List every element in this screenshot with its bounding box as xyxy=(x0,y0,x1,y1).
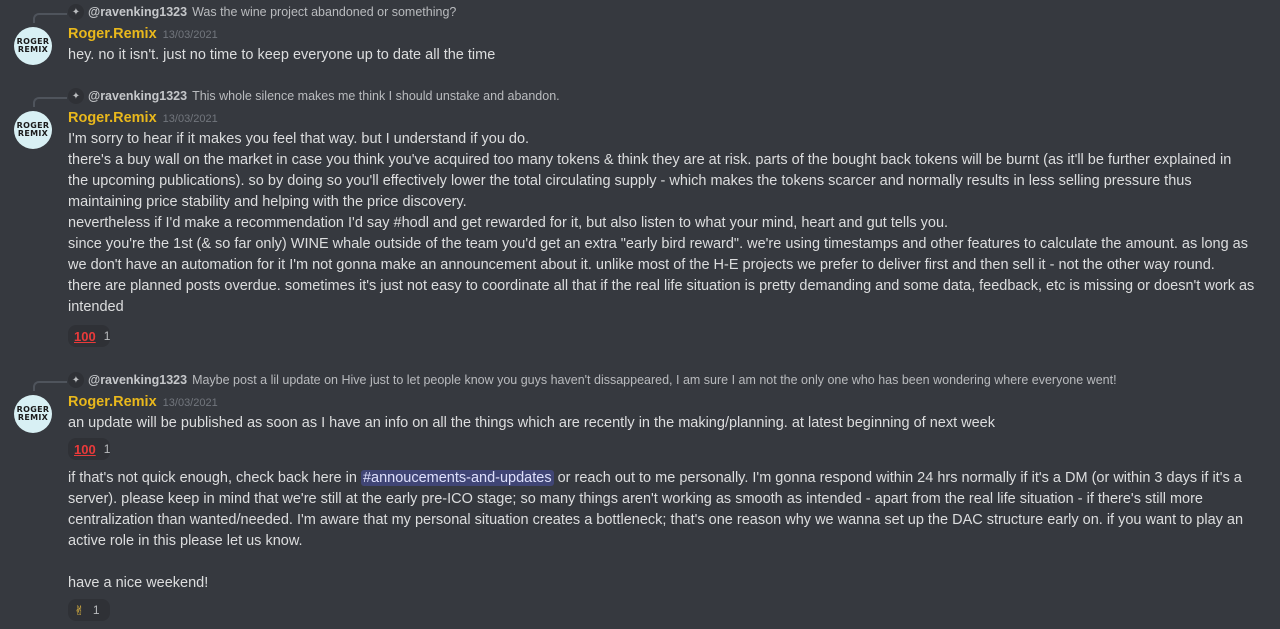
author-name[interactable]: Roger.Remix xyxy=(68,394,157,410)
message-line: I'm sorry to hear if it makes you feel t… xyxy=(68,131,530,147)
timestamp[interactable]: 13/03/2021 xyxy=(163,397,218,409)
message-line: since you're the 1st (& so far only) WIN… xyxy=(68,236,1249,252)
reply-username[interactable]: @ravenking1323 xyxy=(88,86,187,107)
reaction-100[interactable]: 100 1 xyxy=(68,325,110,347)
reply-username[interactable]: @ravenking1323 xyxy=(88,370,187,391)
avatar-text-bottom: REMIX xyxy=(17,413,49,422)
reply-avatar-icon: ✦ xyxy=(68,88,84,104)
reaction-count: 1 xyxy=(103,328,111,343)
message-line: hey. no it isn't. just no time to keep e… xyxy=(68,47,496,63)
reply-avatar-icon: ✦ xyxy=(68,4,84,20)
author-name[interactable]: Roger.Remix xyxy=(68,110,157,126)
message-line: an update will be published as soon as I… xyxy=(68,415,995,431)
message-header: Roger.Remix 13/03/2021 xyxy=(68,392,218,413)
message-line: nevertheless if I'd make a recommendatio… xyxy=(68,215,949,231)
reply-spine xyxy=(33,13,67,23)
message-line: there are planned posts overdue. sometim… xyxy=(68,278,1255,294)
100-icon: 100 xyxy=(74,441,96,457)
avatar-text-bottom: REMIX xyxy=(17,129,49,138)
reply-text[interactable]: Maybe post a lil update on Hive just to … xyxy=(192,370,1116,391)
channel-mention-link[interactable]: #annoucements-and-updates xyxy=(360,470,554,486)
message-line: server). please keep in mind that we're … xyxy=(68,491,1203,507)
reply-spine xyxy=(33,381,67,391)
followup-content: if that's not quick enough, check back h… xyxy=(68,468,1268,594)
text-before-mention: if that's not quick enough, check back h… xyxy=(68,470,361,486)
reply-text[interactable]: This whole silence makes me think I shou… xyxy=(192,86,560,107)
reaction-count: 1 xyxy=(103,441,111,456)
message-line: the upcoming publications). so by doing … xyxy=(68,173,1192,189)
avatar[interactable]: ROGER REMIX xyxy=(14,27,52,65)
timestamp[interactable]: 13/03/2021 xyxy=(163,113,218,125)
message-content: an update will be published as soon as I… xyxy=(68,413,1268,434)
reply-username[interactable]: @ravenking1323 xyxy=(88,2,187,23)
message-line: intended xyxy=(68,299,124,315)
message-content: I'm sorry to hear if it makes you feel t… xyxy=(68,129,1268,318)
reaction-count: 1 xyxy=(92,602,100,617)
text-after-mention: or reach out to me personally. I'm gonna… xyxy=(553,470,1242,486)
message-line: centralization than wanted/needed. I'm a… xyxy=(68,512,1244,528)
author-name[interactable]: Roger.Remix xyxy=(68,26,157,42)
reply-text[interactable]: Was the wine project abandoned or someth… xyxy=(192,2,456,23)
avatar[interactable]: ROGER REMIX xyxy=(14,111,52,149)
message-line: active role in this please let us know. xyxy=(68,533,303,549)
reaction-victory[interactable]: ✌ 1 xyxy=(68,599,110,621)
100-icon: 100 xyxy=(74,328,96,344)
reply-preview[interactable]: ✦ @ravenking1323 Maybe post a lil update… xyxy=(68,370,1117,390)
reply-preview[interactable]: ✦ @ravenking1323 This whole silence make… xyxy=(68,86,560,106)
message-header: Roger.Remix 13/03/2021 xyxy=(68,24,218,45)
reply-spine xyxy=(33,97,67,107)
message-line: we don't have an automation for it I'm n… xyxy=(68,257,1215,273)
message-content: hey. no it isn't. just no time to keep e… xyxy=(68,45,1268,66)
message-line: if that's not quick enough, check back h… xyxy=(68,468,1268,489)
victory-hand-icon: ✌ xyxy=(74,602,85,618)
avatar-text-bottom: REMIX xyxy=(17,45,49,54)
reaction-100[interactable]: 100 1 xyxy=(68,438,110,460)
message-line: there's a buy wall on the market in case… xyxy=(68,152,1232,168)
message-line: have a nice weekend! xyxy=(68,575,209,591)
message-line xyxy=(68,552,1268,573)
reply-preview[interactable]: ✦ @ravenking1323 Was the wine project ab… xyxy=(68,2,456,22)
reply-avatar-icon: ✦ xyxy=(68,372,84,388)
avatar[interactable]: ROGER REMIX xyxy=(14,395,52,433)
timestamp[interactable]: 13/03/2021 xyxy=(163,29,218,41)
message-header: Roger.Remix 13/03/2021 xyxy=(68,108,218,129)
message-line: maintaining price stability and helping … xyxy=(68,194,467,210)
